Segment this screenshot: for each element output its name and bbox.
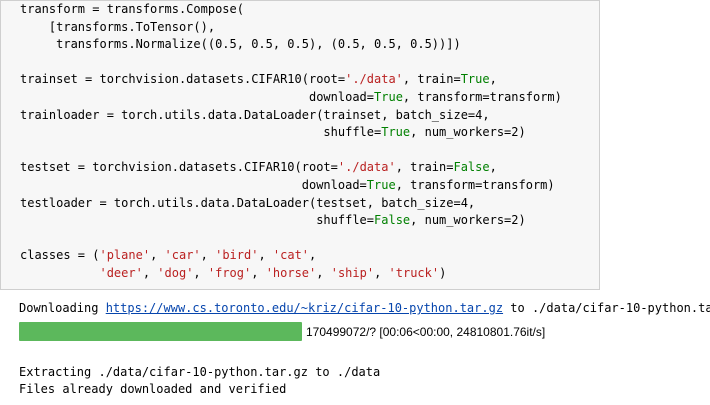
extract-line: Extracting ./data/cifar-10-python.tar.gz… <box>19 365 381 379</box>
progress-bar <box>19 322 302 341</box>
code-line: classes = ('plane', 'car', 'bird', 'cat'… <box>20 248 317 263</box>
code-line: download=True, transform=transform) <box>20 177 555 192</box>
code-line: [transforms.ToTensor(), <box>20 19 216 34</box>
download-prefix: Downloading <box>19 301 106 315</box>
download-url-link[interactable]: https://www.cs.toronto.edu/~kriz/cifar-1… <box>106 301 503 315</box>
download-suffix: to ./data/cifar-10-python.tar.gz <box>510 301 710 315</box>
code-line: testloader = torch.utils.data.DataLoader… <box>20 195 476 210</box>
code-line: shuffle=False, num_workers=2) <box>20 213 526 228</box>
progress-text: 170499072/? [00:06<00:00, 24810801.76it/… <box>306 324 546 339</box>
code-line: download=True, transform=transform) <box>20 89 562 104</box>
download-progress: 170499072/? [00:06<00:00, 24810801.76it/… <box>19 322 545 341</box>
output-text: Extracting ./data/cifar-10-python.tar.gz… <box>19 364 380 398</box>
code-editor[interactable]: transform = transforms.Compose( [transfo… <box>20 1 562 283</box>
code-line: 'deer', 'dog', 'frog', 'horse', 'ship', … <box>99 265 447 280</box>
code-line: transforms.Normalize((0.5, 0.5, 0.5), (0… <box>20 37 461 52</box>
code-line: testset = torchvision.datasets.CIFAR10(r… <box>20 160 497 175</box>
code-line: trainset = torchvision.datasets.CIFAR10(… <box>20 72 497 87</box>
code-line: trainloader = torch.utils.data.DataLoade… <box>20 107 490 122</box>
code-line: shuffle=True, num_workers=2) <box>20 125 526 140</box>
code-line: transform = transforms.Compose( <box>20 2 244 16</box>
verify-line: Files already downloaded and verified <box>19 382 287 396</box>
download-line: Downloading https://www.cs.toronto.edu/~… <box>19 300 710 317</box>
code-cell-input[interactable]: transform = transforms.Compose( [transfo… <box>0 0 600 290</box>
